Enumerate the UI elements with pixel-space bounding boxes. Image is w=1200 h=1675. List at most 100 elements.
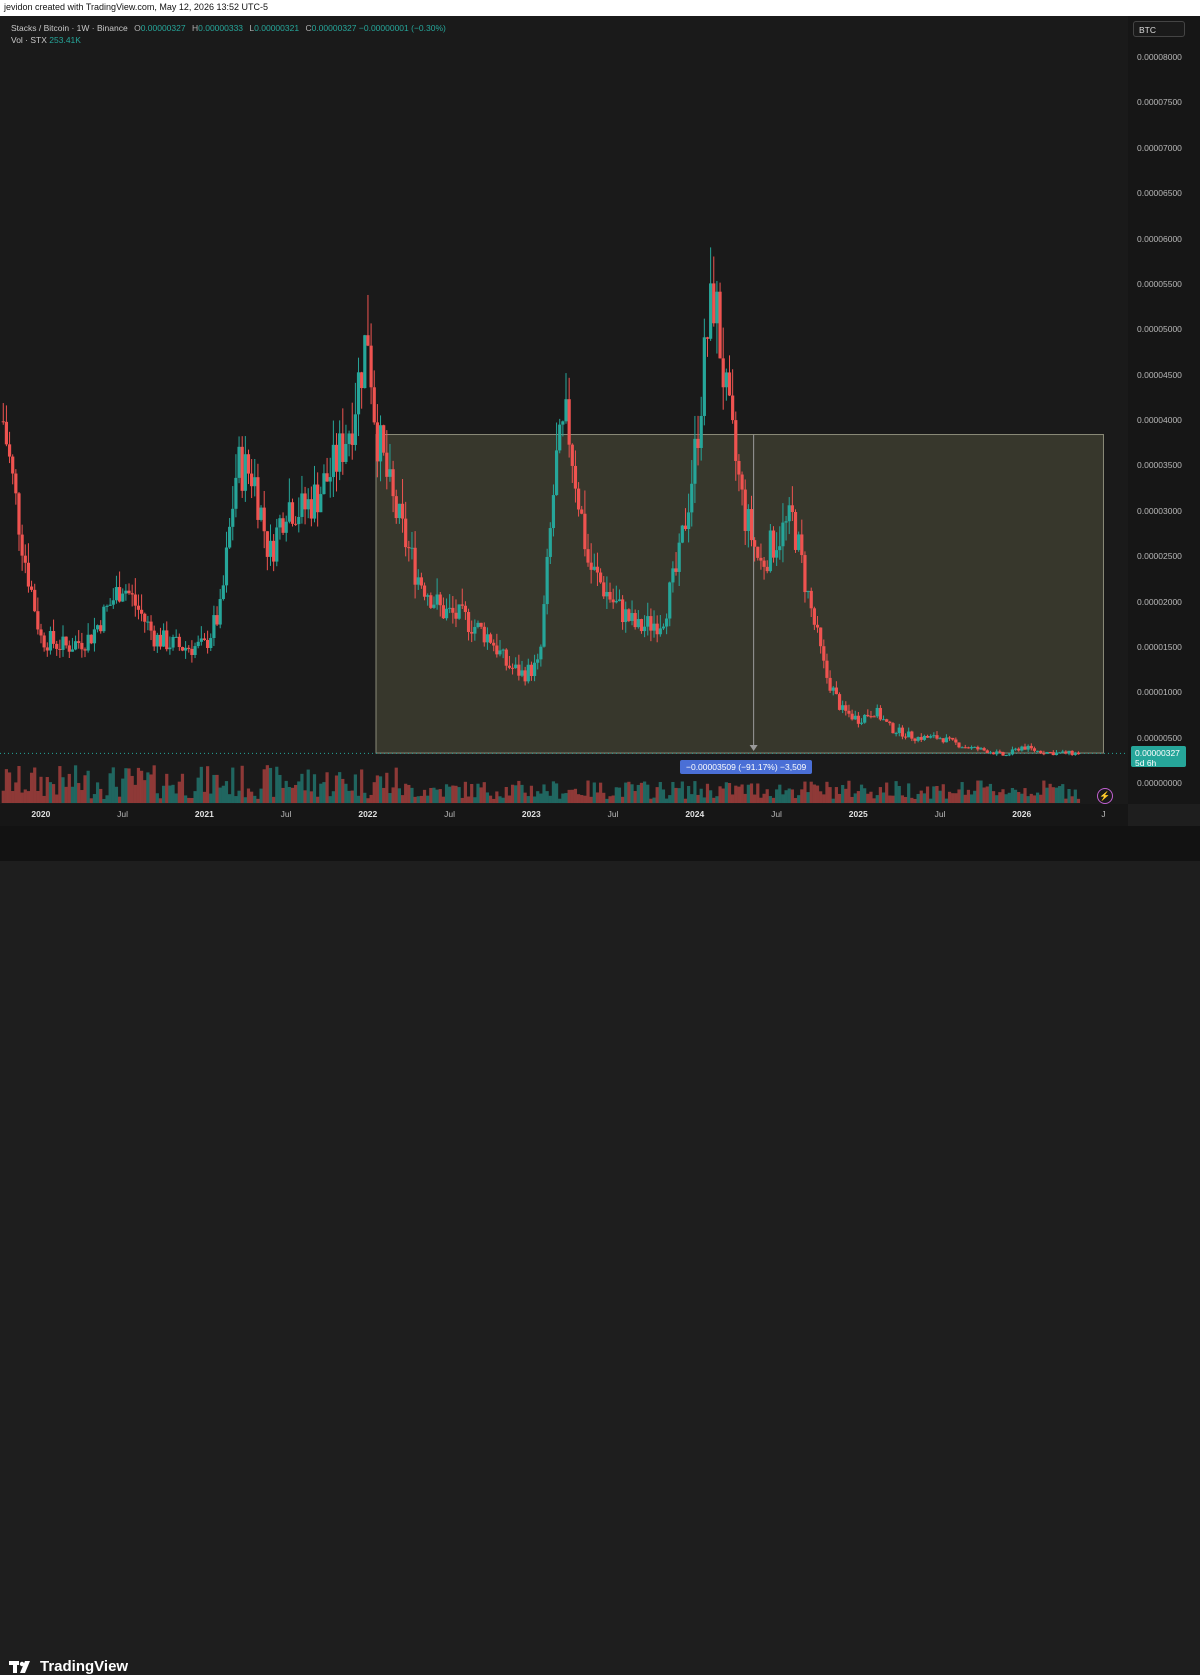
legend-vol: 253.41K	[49, 35, 81, 45]
candle-body	[510, 667, 515, 669]
volume-bar	[334, 775, 339, 803]
volume-bar	[1073, 789, 1077, 803]
candle-body	[196, 641, 200, 647]
volume-bar	[705, 783, 710, 803]
candle-body	[1023, 746, 1027, 750]
candle-body	[51, 631, 56, 644]
volume-bar	[23, 789, 27, 803]
volume-bar	[256, 798, 260, 803]
candle-body	[564, 399, 568, 422]
volume-bar	[809, 781, 813, 803]
candle-body	[1042, 753, 1046, 755]
currency-button[interactable]: BTC	[1133, 21, 1185, 37]
volume-bar	[234, 796, 238, 803]
candle-body	[184, 647, 188, 651]
volume-bar	[378, 776, 383, 803]
volume-bar	[1010, 788, 1015, 803]
candle-body	[89, 634, 93, 644]
volume-bar	[262, 769, 266, 803]
candle-body	[492, 642, 496, 646]
candle-body	[470, 632, 474, 634]
volume-bar	[853, 793, 857, 803]
candle-body	[712, 283, 716, 324]
volume-bar	[416, 796, 420, 803]
volume-bar	[193, 791, 197, 803]
candle-body	[1004, 755, 1008, 757]
legend-open: 0.00000327	[140, 23, 186, 33]
volume-bar	[771, 797, 776, 803]
candle-body	[485, 634, 490, 643]
volume-bar	[951, 793, 955, 803]
candle-body	[498, 650, 502, 655]
candle-body	[177, 636, 181, 648]
candle-body	[727, 372, 732, 396]
volume-bar	[586, 780, 590, 803]
candle-body	[690, 483, 694, 513]
candle-body	[819, 627, 823, 647]
volume-bar	[655, 787, 659, 803]
volume-bar	[485, 792, 490, 803]
candle-body	[262, 507, 266, 532]
candle-body	[413, 547, 417, 585]
volume-bar	[259, 788, 263, 803]
candle-body	[42, 635, 46, 648]
candle-body	[77, 641, 81, 643]
time-tick-label: 2026	[1012, 809, 1032, 819]
candle-body	[190, 648, 194, 655]
volume-bar	[174, 793, 178, 803]
legend-symbol: Stacks / Bitcoin · 1W · Binance	[11, 23, 128, 33]
candle-body	[721, 358, 725, 388]
candle-body	[1, 421, 5, 423]
measure-label[interactable]: −0.00003509 (−91.17%) −3,509	[680, 760, 813, 774]
lightning-icon[interactable]: ⚡	[1097, 788, 1113, 804]
candle-body	[155, 634, 159, 647]
candle-body	[885, 719, 889, 722]
volume-bar	[592, 782, 596, 803]
volume-bar	[133, 784, 137, 803]
volume-bar	[856, 791, 860, 803]
candle-body	[243, 454, 247, 491]
volume-bar	[1029, 793, 1033, 803]
candle-body	[768, 530, 772, 572]
candle-body	[545, 556, 549, 605]
volume-bar	[146, 772, 150, 803]
candle-body	[83, 649, 87, 651]
candle-body	[306, 499, 310, 510]
candle-body	[457, 604, 461, 619]
volume-bar	[743, 793, 747, 803]
candle-body	[1013, 748, 1018, 750]
price-tick-label: 0.00000500	[1137, 732, 1182, 743]
volume-bar	[570, 789, 574, 803]
candle-body	[139, 609, 144, 614]
volume-bar	[127, 768, 131, 803]
volume-bar	[878, 787, 882, 803]
volume-bar	[510, 784, 515, 803]
candle-body	[1051, 752, 1055, 756]
candle-body	[570, 444, 574, 466]
candle-body	[61, 636, 65, 650]
candle-body	[1076, 752, 1081, 755]
candle-body	[869, 716, 873, 718]
volume-bar	[885, 782, 889, 803]
volume-bar	[532, 796, 537, 803]
volume-bar	[429, 787, 433, 803]
volume-bar	[206, 766, 210, 803]
candle-body	[759, 557, 763, 561]
candle-body	[108, 604, 112, 606]
volume-bar	[536, 791, 540, 803]
candle-body	[859, 722, 864, 724]
volume-bar	[759, 797, 763, 803]
volume-bar	[680, 781, 684, 803]
candle-body	[45, 647, 49, 651]
candle-body	[168, 647, 172, 650]
volume-bar	[762, 793, 766, 803]
tradingview-logo[interactable]: TradingView	[9, 1658, 128, 1675]
candle-body	[913, 738, 917, 741]
volume-bar	[58, 766, 62, 803]
volume-bar	[646, 784, 650, 803]
candle-body	[724, 372, 728, 388]
volume-bar	[237, 790, 241, 803]
candle-body	[99, 625, 103, 632]
volume-bar	[29, 772, 34, 803]
volume-bar	[360, 769, 364, 803]
